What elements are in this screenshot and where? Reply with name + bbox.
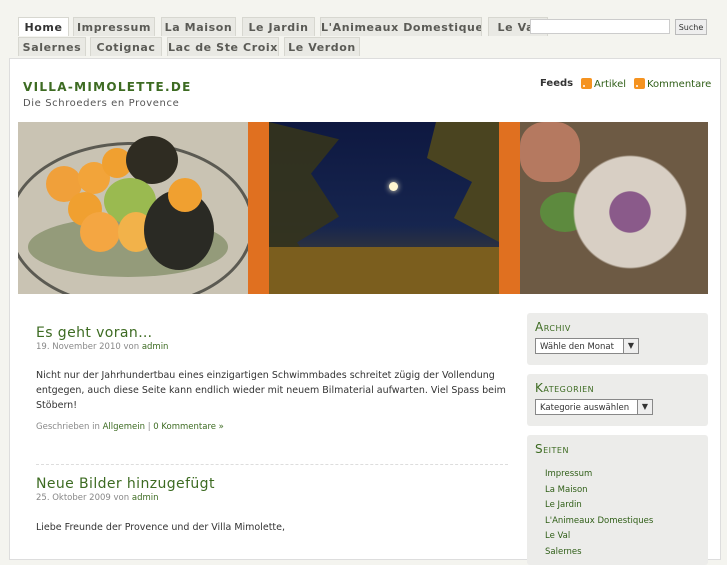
- site-description: Die Schroeders en Provence: [23, 98, 180, 109]
- page-link[interactable]: La Maison: [545, 483, 653, 499]
- feed-comments-link[interactable]: Kommentare: [634, 78, 711, 90]
- post-category-link[interactable]: Allgemein: [103, 422, 145, 432]
- category-select-value: Kategorie auswählen: [540, 403, 630, 413]
- post-comments-link[interactable]: 0 Kommentare »: [153, 422, 224, 432]
- post-body: Nicht nur der Jahrhundertbau eines einzi…: [36, 370, 506, 411]
- feed-articles-label: Artikel: [594, 79, 627, 90]
- search-button[interactable]: Suche: [675, 19, 707, 35]
- tab-le-jardin[interactable]: Le Jardin: [242, 17, 315, 36]
- post-2: Neue Bilder hinzugefügt 25. Oktober 2009…: [36, 476, 506, 535]
- widget-archive: Archiv Wähle den Monat ▼: [527, 313, 708, 365]
- post-footer-prefix: Geschrieben in: [36, 422, 100, 432]
- feeds-label: Feeds: [540, 78, 574, 89]
- widget-pages: Seiten Impressum La Maison Le Jardin L'A…: [527, 435, 708, 565]
- post-author-link[interactable]: admin: [142, 342, 169, 352]
- post-author-link[interactable]: admin: [132, 493, 159, 503]
- post-date: 25. Oktober 2009: [36, 493, 111, 503]
- post-meta: 25. Oktober 2009 von admin: [36, 493, 506, 503]
- pages-list: Impressum La Maison Le Jardin L'Animeaux…: [545, 467, 653, 560]
- post-footer-separator: |: [147, 422, 151, 432]
- tab-animeaux[interactable]: L'Animeaux Domestiques: [320, 17, 482, 36]
- widget-title: Seiten: [535, 442, 569, 456]
- feed-comments-label: Kommentare: [647, 79, 712, 90]
- post-by: von: [113, 493, 130, 503]
- post-1: Es geht voran… 19. November 2010 von adm…: [36, 325, 506, 432]
- page-link[interactable]: Le Val: [545, 529, 653, 545]
- post-footer: Geschrieben in Allgemein | 0 Kommentare …: [36, 422, 506, 432]
- tab-lac-de-ste-croix[interactable]: Lac de Ste Croix: [167, 37, 279, 56]
- page-link[interactable]: Le Jardin: [545, 498, 653, 514]
- rss-icon: [581, 78, 592, 89]
- category-select[interactable]: Kategorie auswählen ▼: [535, 399, 653, 415]
- tab-salernes[interactable]: Salernes: [18, 37, 86, 56]
- page-link[interactable]: Impressum: [545, 467, 653, 483]
- tab-cotignac[interactable]: Cotignac: [90, 37, 162, 56]
- post-divider: [36, 464, 508, 465]
- widget-title: Archiv: [535, 320, 571, 334]
- archive-select-value: Wähle den Monat: [540, 342, 614, 352]
- site-title[interactable]: VILLA-MIMOLETTE.DE: [23, 80, 192, 94]
- archive-select[interactable]: Wähle den Monat ▼: [535, 338, 639, 354]
- tab-la-maison[interactable]: La Maison: [161, 17, 236, 36]
- tab-impressum[interactable]: Impressum: [73, 17, 155, 36]
- search-input[interactable]: [530, 19, 670, 34]
- rss-icon: [634, 78, 645, 89]
- chevron-down-icon: ▼: [623, 339, 638, 353]
- page-frame: VILLA-MIMOLETTE.DE Die Schroeders en Pro…: [9, 58, 721, 565]
- post-title[interactable]: Neue Bilder hinzugefügt: [36, 476, 506, 492]
- post-title[interactable]: Es geht voran…: [36, 325, 506, 341]
- post-meta: 19. November 2010 von admin: [36, 342, 506, 352]
- header-banner: [18, 122, 708, 294]
- banner-image-thistle: [520, 122, 708, 294]
- feed-articles-link[interactable]: Artikel: [581, 78, 626, 90]
- banner-image-moon-night: [269, 122, 499, 294]
- post-by: von: [123, 342, 140, 352]
- widget-title: Kategorien: [535, 381, 595, 395]
- banner-image-fruit-bowl: [18, 122, 248, 294]
- widget-categories: Kategorien Kategorie auswählen ▼: [527, 374, 708, 426]
- tab-home[interactable]: Home: [18, 17, 69, 36]
- post-date: 19. November 2010: [36, 342, 121, 352]
- page-link[interactable]: L'Animeaux Domestiques: [545, 514, 653, 530]
- chevron-down-icon: ▼: [637, 400, 652, 414]
- page-link[interactable]: Salernes: [545, 545, 653, 561]
- post-body: Liebe Freunde der Provence und der Villa…: [36, 522, 286, 533]
- tab-le-verdon[interactable]: Le Verdon: [284, 37, 360, 56]
